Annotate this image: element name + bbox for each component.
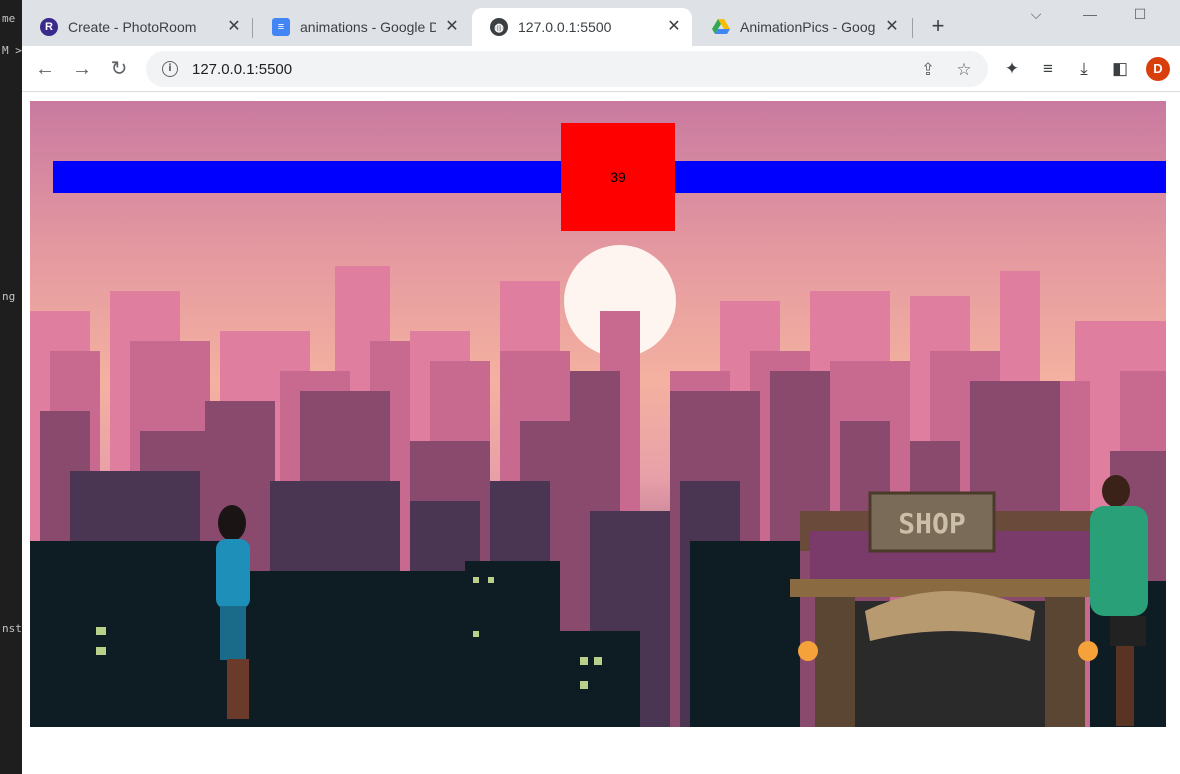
- extensions-puzzle-icon[interactable]: ✦: [1002, 59, 1022, 79]
- google-drive-icon: [712, 18, 730, 36]
- address-bar[interactable]: i 127.0.0.1:5500 ⇪ ☆: [146, 51, 988, 87]
- photoroom-icon: R: [40, 18, 58, 36]
- tab-photoroom[interactable]: R Create - PhotoRoom ✕: [22, 8, 252, 46]
- minimize-button[interactable]: —: [1076, 6, 1104, 26]
- forward-arrow-icon[interactable]: →: [69, 56, 95, 82]
- new-tab-button[interactable]: +: [926, 14, 950, 38]
- tab-animationpics-drive[interactable]: AnimationPics - Google ✕: [694, 8, 910, 46]
- tab-search-chevron-icon[interactable]: ⌵: [1022, 6, 1050, 26]
- tab-title: 127.0.0.1:5500: [518, 19, 612, 35]
- tab-animations-doc[interactable]: ≡ animations - Google Do ✕: [254, 8, 470, 46]
- maximize-button[interactable]: ☐: [1126, 6, 1154, 26]
- timer-box: 39: [561, 123, 675, 231]
- tab-title: animations - Google Do: [300, 19, 436, 35]
- tab-localhost[interactable]: ◍ 127.0.0.1:5500 ✕: [472, 8, 692, 46]
- browser-window: R Create - PhotoRoom ✕ ≡ animations - Go…: [22, 0, 1180, 774]
- background-editor-window: me M > ng nst: [0, 0, 22, 774]
- tab-title: AnimationPics - Google: [740, 19, 876, 35]
- side-panel-icon[interactable]: ◧: [1110, 59, 1130, 79]
- reload-icon[interactable]: ↻: [106, 56, 132, 82]
- google-docs-icon: ≡: [272, 18, 290, 36]
- shop-stall: SHOP: [790, 491, 1120, 727]
- site-info-icon[interactable]: i: [162, 61, 178, 77]
- profile-avatar[interactable]: D: [1146, 57, 1170, 81]
- bookmark-star-icon[interactable]: ☆: [954, 60, 974, 80]
- tab-separator: [912, 18, 913, 38]
- tab-separator: [252, 18, 253, 38]
- download-icon[interactable]: ⤓: [1074, 59, 1094, 79]
- close-icon[interactable]: ✕: [884, 19, 900, 35]
- back-arrow-icon[interactable]: ←: [32, 56, 58, 82]
- browser-toolbar: ← → ↻ i 127.0.0.1:5500 ⇪ ☆ ✦ ≡ ⤓ ◧ D: [22, 46, 1180, 92]
- close-icon[interactable]: ✕: [666, 19, 682, 35]
- timer-value: 39: [610, 169, 626, 185]
- address-text[interactable]: 127.0.0.1:5500: [192, 61, 292, 78]
- game-canvas[interactable]: SHOP 39: [30, 101, 1166, 727]
- media-queue-icon[interactable]: ≡: [1038, 59, 1058, 79]
- page-viewport: SHOP 39: [22, 93, 1180, 774]
- tab-title: Create - PhotoRoom: [68, 19, 197, 35]
- share-icon[interactable]: ⇪: [918, 60, 938, 80]
- tab-strip: R Create - PhotoRoom ✕ ≡ animations - Go…: [22, 0, 1180, 46]
- shop-sign-text: SHOP: [898, 507, 965, 540]
- close-icon[interactable]: ✕: [444, 19, 460, 35]
- close-icon[interactable]: ✕: [226, 19, 242, 35]
- globe-icon: ◍: [490, 18, 508, 36]
